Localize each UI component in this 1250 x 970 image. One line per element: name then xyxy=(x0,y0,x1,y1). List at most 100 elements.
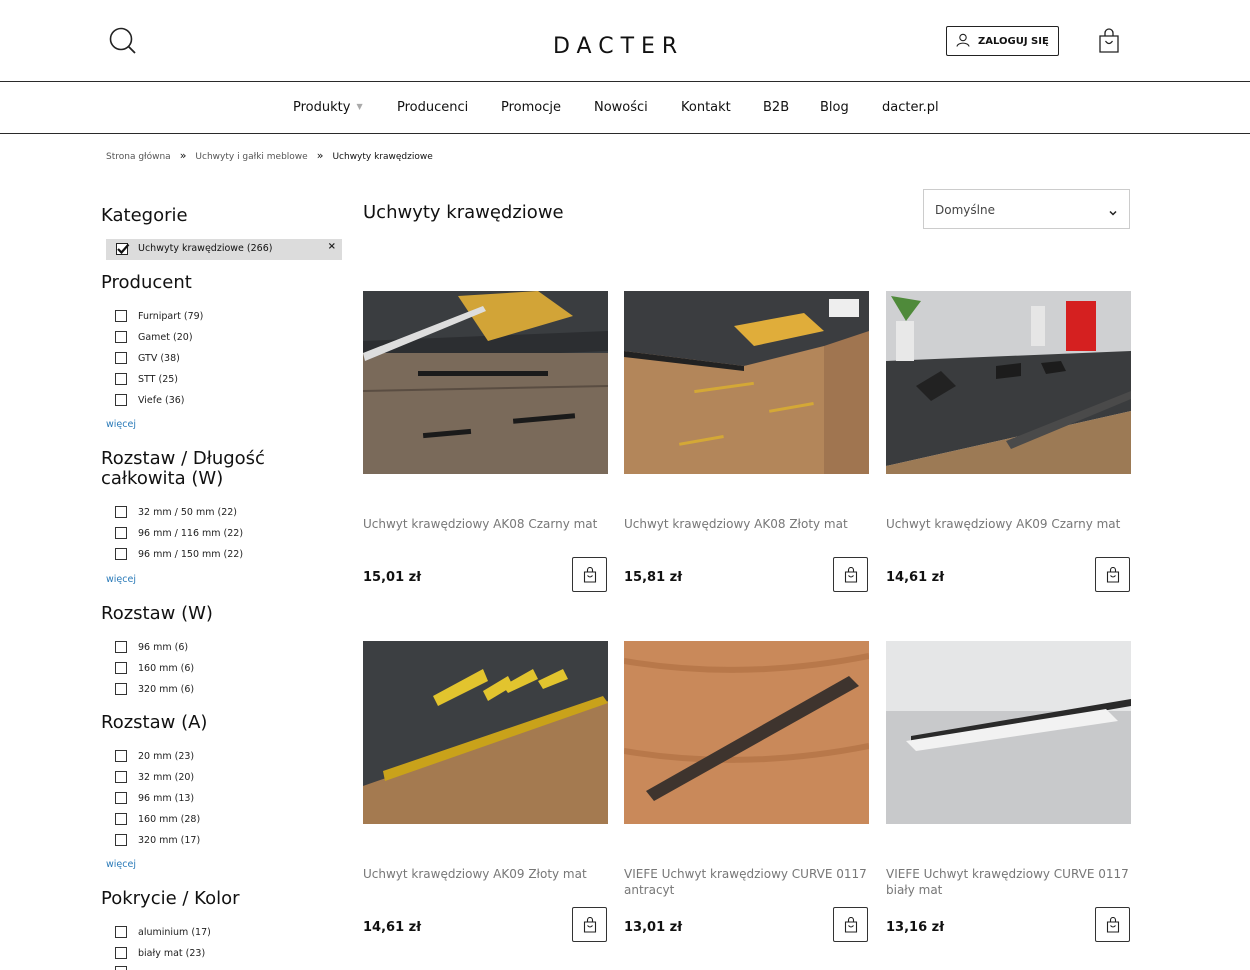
checkbox[interactable] xyxy=(115,548,127,560)
filter-option-label: 96 mm / 116 mm (22) xyxy=(138,527,244,539)
checkbox[interactable] xyxy=(115,947,127,959)
add-to-cart-button[interactable] xyxy=(833,557,868,592)
checkbox[interactable] xyxy=(115,834,127,846)
chevron-down-icon: ▼ xyxy=(356,102,363,111)
checkbox[interactable] xyxy=(115,683,127,695)
filter-heading-producent: Producent xyxy=(101,272,192,293)
filter-option[interactable]: 32 mm / 50 mm (22) xyxy=(115,505,237,519)
nav-item-b2b[interactable]: B2B xyxy=(763,100,789,115)
filter-option[interactable]: Furnipart (79) xyxy=(115,309,203,323)
filter-option[interactable]: 96 mm / 150 mm (22) xyxy=(115,547,243,561)
filter-option[interactable]: 32 mm (20) xyxy=(115,770,194,784)
search-icon[interactable] xyxy=(108,26,138,56)
login-button[interactable]: ZALOGUJ SIĘ xyxy=(946,26,1059,56)
add-to-cart-button[interactable] xyxy=(1095,907,1130,942)
product-name[interactable]: VIEFE Uchwyt krawędziowy CURVE 0117 antr… xyxy=(624,866,869,898)
checkbox[interactable] xyxy=(115,373,127,385)
product-price: 14,61 zł xyxy=(886,570,945,585)
nav-item-producenci[interactable]: Producenci xyxy=(397,100,468,115)
product-price: 13,01 zł xyxy=(624,920,683,935)
product-image[interactable] xyxy=(624,641,869,824)
checkbox[interactable] xyxy=(115,394,127,406)
checkbox[interactable] xyxy=(115,331,127,343)
checkbox[interactable] xyxy=(115,771,127,783)
filter-option-label: 20 mm (23) xyxy=(138,750,195,762)
cart-add-icon xyxy=(583,566,596,583)
nav-item-kontakt[interactable]: Kontakt xyxy=(681,100,731,115)
filter-option[interactable]: 96 mm (6) xyxy=(115,640,188,654)
nav-label: Produkty xyxy=(293,100,351,115)
nav-item-promocje[interactable]: Promocje xyxy=(501,100,561,115)
checkbox[interactable] xyxy=(115,662,127,674)
site-header: DACTER ZALOGUJ SIĘ xyxy=(0,0,1250,82)
product-image[interactable] xyxy=(886,291,1131,474)
checkbox[interactable] xyxy=(115,506,127,518)
nav-item-blog[interactable]: Blog xyxy=(820,100,849,115)
remove-filter-icon[interactable]: × xyxy=(328,241,336,252)
nav-item-nowosci[interactable]: Nowości xyxy=(594,100,648,115)
checkbox-checked[interactable] xyxy=(116,243,130,255)
add-to-cart-button[interactable] xyxy=(1095,557,1130,592)
nav-item-produkty[interactable]: Produkty ▼ xyxy=(293,100,363,115)
sort-value: Domyślne xyxy=(935,203,995,217)
filter-option[interactable]: 20 mm (23) xyxy=(115,749,194,763)
more-link-rozstaw-dlugosc[interactable]: więcej xyxy=(106,574,136,585)
product-name[interactable]: VIEFE Uchwyt krawędziowy CURVE 0117 biał… xyxy=(886,866,1131,898)
filter-option-label: 96 mm / 150 mm (22) xyxy=(138,548,244,560)
filter-option[interactable]: Gamet (20) xyxy=(115,330,193,344)
filter-option[interactable] xyxy=(115,965,127,970)
breadcrumb-category[interactable]: Uchwyty i gałki meblowe xyxy=(195,152,307,162)
checkbox[interactable] xyxy=(115,966,127,970)
product-image[interactable] xyxy=(886,641,1131,824)
sort-select[interactable]: Domyślne xyxy=(923,189,1130,229)
product-price: 15,81 zł xyxy=(624,570,683,585)
filter-heading-rozstaw-a: Rozstaw (A) xyxy=(101,712,208,733)
filter-option[interactable]: STT (25) xyxy=(115,372,178,386)
filter-option[interactable]: 320 mm (6) xyxy=(115,682,194,696)
checkbox[interactable] xyxy=(115,926,127,938)
product-image[interactable] xyxy=(624,291,869,474)
product-name[interactable]: Uchwyt krawędziowy AK08 Czarny mat xyxy=(363,516,608,532)
filter-option[interactable]: 160 mm (28) xyxy=(115,812,200,826)
breadcrumb-home[interactable]: Strona główna xyxy=(106,152,171,162)
filter-option[interactable]: 96 mm (13) xyxy=(115,791,194,805)
add-to-cart-button[interactable] xyxy=(572,557,607,592)
filter-heading-rozstaw-w: Rozstaw (W) xyxy=(101,603,213,624)
login-label: ZALOGUJ SIĘ xyxy=(978,35,1049,47)
add-to-cart-button[interactable] xyxy=(572,907,607,942)
product-image[interactable] xyxy=(363,641,608,824)
filter-option[interactable]: 320 mm (17) xyxy=(115,833,200,847)
nav-item-dacter-pl[interactable]: dacter.pl xyxy=(882,100,939,115)
cart-icon[interactable] xyxy=(1097,28,1121,54)
site-logo[interactable]: DACTER xyxy=(553,34,684,59)
filter-option[interactable]: aluminium (17) xyxy=(115,925,211,939)
product-image[interactable] xyxy=(363,291,608,474)
checkbox[interactable] xyxy=(115,641,127,653)
filter-heading-kategorie: Kategorie xyxy=(101,205,188,226)
add-to-cart-button[interactable] xyxy=(833,907,868,942)
user-icon xyxy=(956,32,970,51)
heading-line: całkowita (W) xyxy=(101,468,224,489)
checkbox[interactable] xyxy=(115,792,127,804)
active-category-filter[interactable]: Uchwyty krawędziowe (266) × xyxy=(106,239,342,260)
filter-option[interactable]: 160 mm (6) xyxy=(115,661,194,675)
filter-option-label: 320 mm (17) xyxy=(138,834,201,846)
more-link-rozstaw-a[interactable]: więcej xyxy=(106,859,136,870)
checkbox[interactable] xyxy=(115,813,127,825)
filter-option[interactable]: GTV (38) xyxy=(115,351,180,365)
filter-option[interactable]: Viefe (36) xyxy=(115,393,184,407)
filter-option-label: 32 mm (20) xyxy=(138,771,195,783)
product-price: 15,01 zł xyxy=(363,570,422,585)
checkbox[interactable] xyxy=(115,310,127,322)
more-link-producent[interactable]: więcej xyxy=(106,419,136,430)
product-name[interactable]: Uchwyt krawędziowy AK09 Złoty mat xyxy=(363,866,608,882)
filter-option[interactable]: biały mat (23) xyxy=(115,946,205,960)
checkbox[interactable] xyxy=(115,352,127,364)
main-nav: Produkty ▼ Producenci Promocje Nowości Ko… xyxy=(0,83,1250,134)
product-name[interactable]: Uchwyt krawędziowy AK09 Czarny mat xyxy=(886,516,1131,532)
checkbox[interactable] xyxy=(115,527,127,539)
filter-option[interactable]: 96 mm / 116 mm (22) xyxy=(115,526,243,540)
product-name[interactable]: Uchwyt krawędziowy AK08 Złoty mat xyxy=(624,516,869,532)
filter-heading-pokrycie: Pokrycie / Kolor xyxy=(101,888,240,909)
checkbox[interactable] xyxy=(115,750,127,762)
